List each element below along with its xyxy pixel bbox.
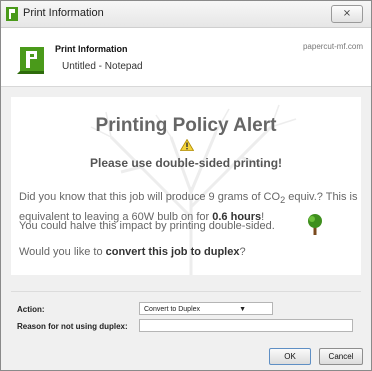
tree-icon [308,214,322,235]
header-title: Print Information [55,44,128,54]
halve-impact-text: You could halve this impact by printing … [19,220,275,232]
divider [11,291,361,292]
convert-prefix: Would you like to [19,246,106,258]
reason-input[interactable] [139,319,353,332]
action-selected-value: Convert to Duplex [144,306,201,313]
cancel-button[interactable]: Cancel [319,348,363,365]
chevron-down-icon: ▼ [239,306,246,313]
document-name: Untitled - Notepad [62,61,143,72]
alert-subtitle: Please use double-sided printing! [89,156,283,170]
convert-question: Would you like to convert this job to du… [19,246,246,258]
title-bar[interactable]: Print Information ⨯ [1,1,371,28]
message-text: Did you know that this job will produce … [19,191,281,203]
reason-label: Reason for not using duplex: [17,322,128,331]
action-label: Action: [17,305,45,314]
convert-emphasis: convert this job to duplex [105,246,240,258]
papercut-app-icon [6,7,18,21]
brand-link: papercut-mf.com [302,42,363,51]
close-button[interactable]: ⨯ [331,5,363,23]
convert-suffix: ? [239,246,246,258]
action-dropdown[interactable]: Convert to Duplex ▼ [139,302,273,315]
warning-icon [180,139,194,151]
print-information-window: Print Information ⨯ Print Information Un… [0,0,372,371]
papercut-logo-icon [17,47,44,74]
header-panel: Print Information Untitled - Notepad pap… [1,28,371,87]
alert-title: Printing Policy Alert [95,115,277,136]
window-title: Print Information [23,7,104,19]
ok-button[interactable]: OK [269,348,311,365]
policy-alert-panel: Printing Policy Alert Please use double-… [11,97,361,275]
